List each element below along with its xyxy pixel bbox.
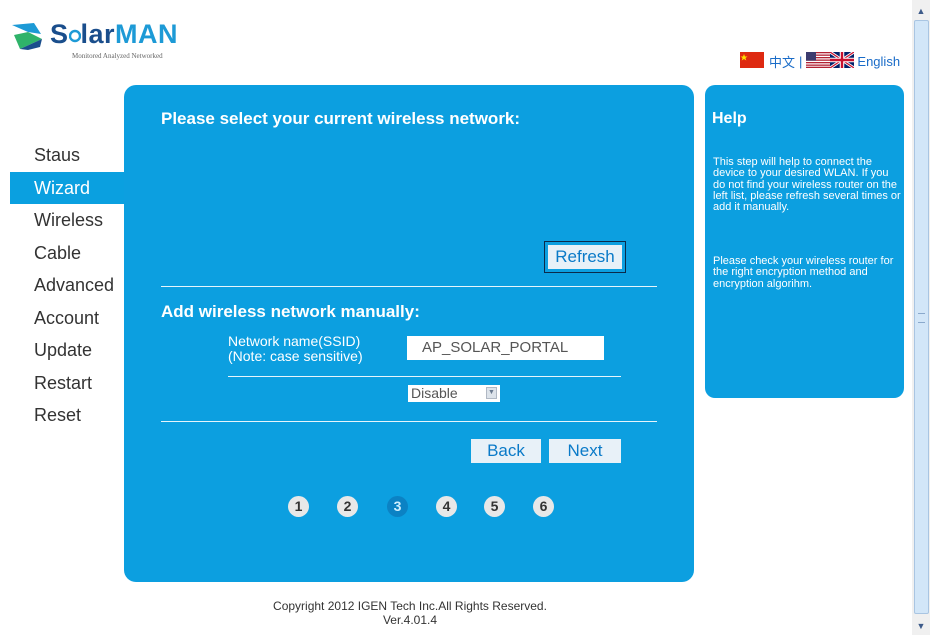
help-text-1: This step will help to connect the devic… (713, 156, 901, 214)
language-separator: | (799, 53, 803, 69)
help-text-2: Please check your wireless router for th… (713, 255, 894, 290)
nav-item-update[interactable]: Update (0, 334, 124, 367)
nav-item-reset[interactable]: Reset (0, 399, 124, 432)
us-flag-icon[interactable] (806, 51, 831, 71)
encryption-select-value: Disable (411, 385, 458, 401)
nav-item-cable[interactable]: Cable (0, 237, 124, 270)
nav-item-advanced[interactable]: Advanced (0, 269, 124, 302)
ssid-label-note: (Note: case sensitive) (228, 348, 363, 364)
brand-name: SlarMAN (50, 18, 178, 50)
scroll-up-icon[interactable]: ▲ (914, 4, 928, 18)
nav-item-restart[interactable]: Restart (0, 367, 124, 400)
grip-icon (918, 313, 925, 323)
language-chinese-link[interactable]: 中文 (769, 52, 795, 71)
step-2: 2 (337, 496, 358, 517)
back-button[interactable]: Back (471, 439, 541, 463)
brand-tagline: Monitored Analyzed Networked (72, 52, 163, 60)
language-switch: 中文 | English (740, 50, 900, 71)
uk-flag-icon[interactable] (829, 50, 856, 71)
nav-item-status[interactable]: Staus (0, 139, 124, 172)
footer: Copyright 2012 IGEN Tech Inc.All Rights … (200, 599, 620, 627)
ssid-label: Network name(SSID) (Note: case sensitive… (228, 334, 363, 364)
nav-item-wizard[interactable]: Wizard (10, 171, 124, 204)
step-6: 6 (533, 496, 554, 517)
copyright-text: Copyright 2012 IGEN Tech Inc.All Rights … (273, 599, 547, 613)
step-4: 4 (436, 496, 457, 517)
solarman-logo: SlarMAN Monitored Analyzed Networked (10, 18, 180, 63)
vertical-scrollbar[interactable]: ▲ ▼ (912, 0, 930, 635)
scrollbar-thumb[interactable] (914, 20, 929, 614)
network-list (161, 140, 656, 235)
next-button[interactable]: Next (549, 439, 621, 463)
version-text: Ver.4.01.4 (382, 613, 438, 627)
brand-name-s: S (50, 19, 69, 49)
divider (228, 376, 621, 377)
step-5: 5 (484, 496, 505, 517)
language-english-link[interactable]: English (857, 54, 900, 69)
divider (161, 421, 657, 422)
select-network-heading: Please select your current wireless netw… (161, 109, 521, 128)
solarman-logo-icon (12, 23, 42, 50)
china-flag-icon[interactable] (740, 51, 764, 71)
help-title: Help (712, 110, 747, 127)
refresh-button-frame: Refresh (544, 241, 626, 273)
sidebar-nav: Staus Wizard Wireless Cable Advanced Acc… (0, 139, 124, 432)
ssid-input[interactable] (407, 336, 604, 360)
add-network-heading: Add wireless network manually: (161, 302, 420, 321)
help-panel: Help This step will help to connect the … (705, 85, 904, 398)
wizard-panel: Please select your current wireless netw… (124, 85, 694, 582)
step-1: 1 (288, 496, 309, 517)
refresh-button[interactable]: Refresh (548, 245, 622, 269)
ssid-label-name: Network name(SSID) (228, 333, 361, 349)
divider (161, 286, 657, 287)
nav-item-account[interactable]: Account (0, 302, 124, 335)
brand-name-lar: lar (80, 19, 116, 49)
brand-name-man: MAN (115, 19, 179, 49)
nav-item-wireless[interactable]: Wireless (0, 204, 124, 237)
chevron-down-icon[interactable]: ▼ (486, 387, 497, 399)
step-3-current: 3 (387, 496, 408, 517)
scroll-down-icon[interactable]: ▼ (914, 619, 928, 633)
encryption-select[interactable]: Disable ▼ (408, 385, 500, 402)
sun-icon (68, 19, 81, 51)
